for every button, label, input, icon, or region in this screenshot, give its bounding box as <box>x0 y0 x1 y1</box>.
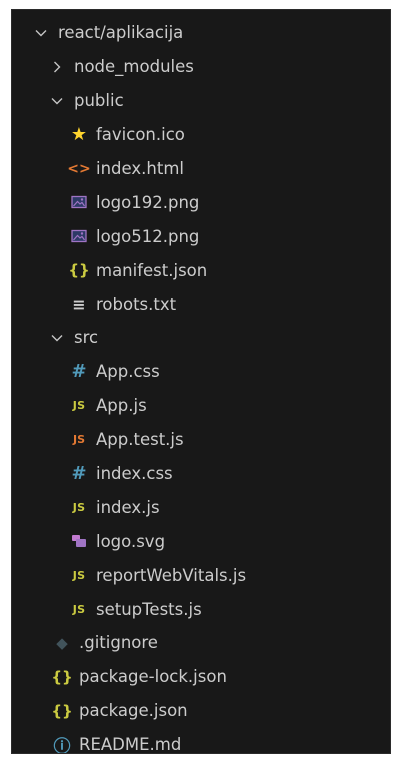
item-label: src <box>74 328 99 348</box>
item-label: logo512.png <box>96 226 200 246</box>
file-robots-txt[interactable]: ≡ robots.txt <box>12 287 390 321</box>
file-explorer-panel: react/aplikacija node_modulespublic ★ favic… <box>11 9 391 754</box>
chevron-down-icon <box>46 331 68 345</box>
file-logo512-png[interactable]: logo512.png <box>12 219 390 253</box>
file-favicon-ico[interactable]: ★ favicon.ico <box>12 118 390 152</box>
item-label: package.json <box>79 701 188 721</box>
item-label: App.css <box>96 362 160 382</box>
file-logo192-png[interactable]: logo192.png <box>12 185 390 219</box>
js-icon: JS <box>72 568 86 582</box>
file-app-css[interactable]: # App.css <box>12 355 390 389</box>
file-logo-svg[interactable]: logo.svg <box>12 524 390 558</box>
file-index-html[interactable]: <> index.html <box>12 152 390 186</box>
image-icon <box>68 195 90 209</box>
chevron-down-icon <box>46 94 68 108</box>
svg-icon <box>68 533 90 549</box>
json-icon: {} <box>51 667 73 686</box>
js-test-icon: JS <box>72 433 85 447</box>
item-label: .gitignore <box>79 633 158 653</box>
html-icon: <> <box>67 160 91 177</box>
css-icon: # <box>71 463 87 485</box>
item-label: index.js <box>96 497 160 517</box>
item-label: react/aplikacija <box>58 23 184 43</box>
item-label: node_modules <box>74 57 194 77</box>
folder-react-aplikacija[interactable]: react/aplikacija <box>12 16 390 50</box>
item-label: package-lock.json <box>79 667 227 687</box>
item-label: robots.txt <box>96 294 177 314</box>
file-package-lock-json[interactable]: {} package-lock.json <box>12 660 390 694</box>
chevron-down-icon <box>30 26 52 40</box>
chevron-right-icon <box>46 60 68 74</box>
item-label: README.md <box>79 735 182 754</box>
json-icon: {} <box>68 261 90 280</box>
folder-src[interactable]: src <box>12 321 390 355</box>
file-gitignore[interactable]: ◆ .gitignore <box>12 626 390 660</box>
css-icon: # <box>71 361 87 383</box>
file-reportwebvitals-js[interactable]: JS reportWebVitals.js <box>12 558 390 592</box>
file-tree: react/aplikacija node_modulespublic ★ favic… <box>12 16 390 754</box>
item-label: index.css <box>96 464 173 484</box>
image-icon <box>68 229 90 243</box>
item-label: favicon.ico <box>96 125 185 145</box>
info-icon: ⓘ <box>53 737 71 754</box>
file-app-js[interactable]: JS App.js <box>12 389 390 423</box>
item-label: public <box>74 91 124 111</box>
file-package-json[interactable]: {} package.json <box>12 694 390 728</box>
js-icon: JS <box>72 602 86 616</box>
file-app-test-js[interactable]: JS App.test.js <box>12 423 390 457</box>
item-label: App.test.js <box>96 430 184 450</box>
item-label: logo192.png <box>96 192 200 212</box>
json-icon: {} <box>51 701 73 720</box>
item-label: logo.svg <box>96 531 166 551</box>
item-label: setupTests.js <box>96 599 202 619</box>
item-label: reportWebVitals.js <box>96 565 247 585</box>
file-manifest-json[interactable]: {} manifest.json <box>12 253 390 287</box>
js-icon: JS <box>72 399 86 413</box>
file-setuptests-js[interactable]: JS setupTests.js <box>12 592 390 626</box>
file-index-css[interactable]: # index.css <box>12 457 390 491</box>
js-icon: JS <box>72 500 86 514</box>
folder-node-modules[interactable]: node_modules <box>12 50 390 84</box>
item-label: manifest.json <box>96 260 208 280</box>
star-icon: ★ <box>70 124 88 146</box>
file-index-js[interactable]: JS index.js <box>12 490 390 524</box>
git-icon: ◆ <box>56 633 68 652</box>
item-label: index.html <box>96 159 184 178</box>
folder-public[interactable]: public <box>12 84 390 118</box>
text-icon: ≡ <box>72 294 86 314</box>
file-readme-md[interactable]: ⓘ README.md <box>12 728 390 754</box>
item-label: App.js <box>96 396 147 416</box>
